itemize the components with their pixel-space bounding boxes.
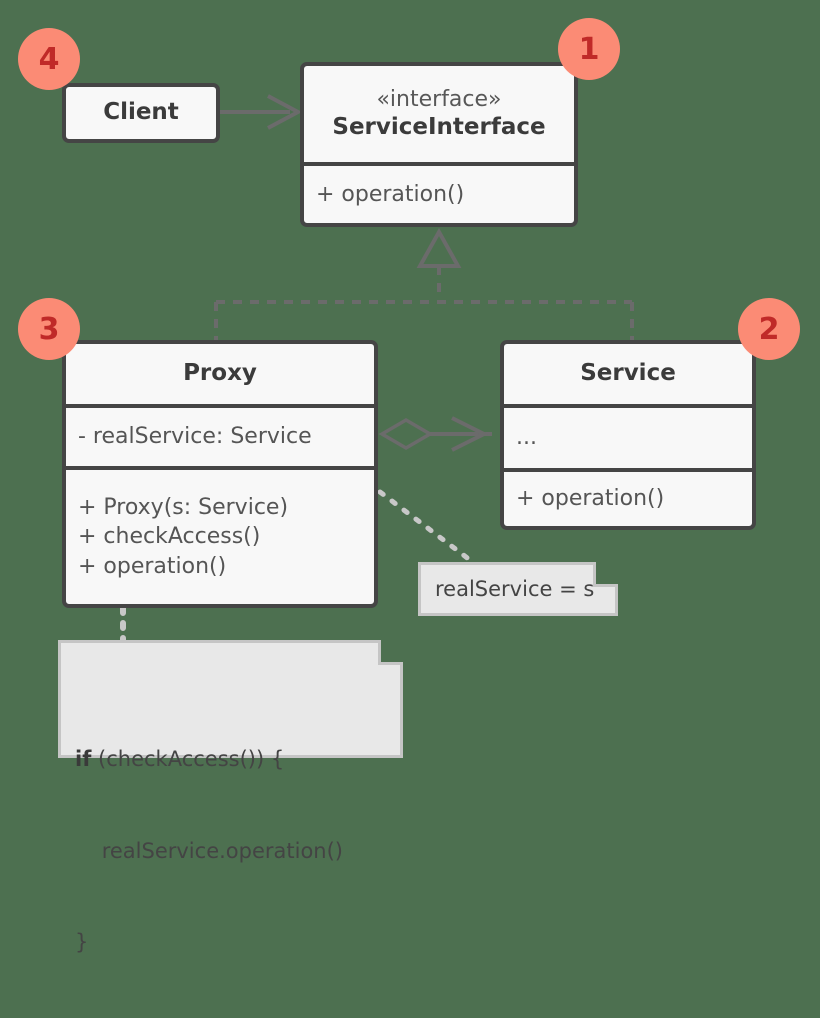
class-header-serviceinterface: «interface» ServiceInterface xyxy=(304,66,574,162)
note-code: if (checkAccess()) { realService.operati… xyxy=(58,640,403,954)
code-keyword-if: if xyxy=(75,747,92,772)
class-attributes-proxy: - realService: Service xyxy=(66,404,374,466)
step-badge-4[interactable]: 4 xyxy=(18,28,80,90)
class-operations-proxy: + Proxy(s: Service) + checkAccess() + op… xyxy=(66,466,374,604)
class-name-proxy: Proxy xyxy=(183,360,257,387)
class-attributes-service: ... xyxy=(504,404,752,468)
class-operations-serviceinterface: + operation() xyxy=(304,162,574,223)
connector-aggregation-proxy-to-service xyxy=(378,416,492,452)
connector-realization-triangle xyxy=(214,227,634,340)
note-fold-corner-icon xyxy=(378,640,403,665)
class-header-client: Client xyxy=(66,87,216,139)
attribute-item: - realService: Service xyxy=(78,424,312,450)
note-assignment-text: realService = s xyxy=(435,576,595,601)
code-line-1-rest: (checkAccess()) { xyxy=(91,747,285,772)
note-code-line-1: if (checkAccess()) { xyxy=(75,744,386,774)
class-operations-service: + operation() xyxy=(504,468,752,526)
attribute-item: ... xyxy=(516,425,537,451)
connector-note-assignment xyxy=(377,489,473,563)
operation-item: + Proxy(s: Service) xyxy=(78,495,289,521)
step-badge-2[interactable]: 2 xyxy=(738,298,800,360)
class-box-client[interactable]: Client xyxy=(62,83,220,143)
note-fold-corner-icon xyxy=(593,562,618,587)
class-box-service[interactable]: Service ... + operation() xyxy=(500,340,756,530)
operation-item: + operation() xyxy=(78,553,227,579)
class-header-service: Service xyxy=(504,344,752,404)
class-name-service: Service xyxy=(580,360,676,387)
class-header-proxy: Proxy xyxy=(66,344,374,404)
operation-item: + operation() xyxy=(316,181,465,207)
class-name-client: Client xyxy=(103,99,179,126)
step-badge-1[interactable]: 1 xyxy=(558,18,620,80)
note-code-line-2: realService.operation() xyxy=(75,838,343,863)
class-name-serviceinterface: ServiceInterface xyxy=(332,113,546,140)
class-box-serviceinterface[interactable]: «interface» ServiceInterface + operation… xyxy=(300,62,578,227)
step-badge-3[interactable]: 3 xyxy=(18,298,80,360)
class-stereotype-serviceinterface: «interface» xyxy=(376,87,502,113)
class-box-proxy[interactable]: Proxy - realService: Service + Proxy(s: … xyxy=(62,340,378,608)
note-assignment: realService = s xyxy=(418,562,618,616)
note-code-line-3: } xyxy=(75,929,89,954)
connector-client-to-serviceinterface xyxy=(220,94,303,130)
operation-item: + operation() xyxy=(516,486,665,512)
uml-diagram-canvas: Client «interface» ServiceInterface + op… xyxy=(0,0,820,954)
operation-item: + checkAccess() xyxy=(78,524,261,550)
